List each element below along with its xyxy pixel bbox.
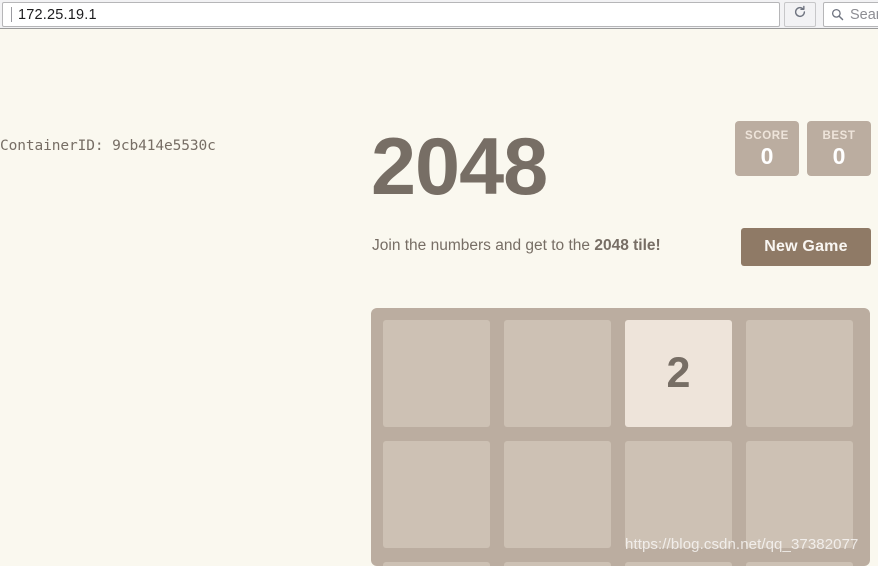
grid-cell-empty [746, 441, 853, 548]
reload-icon [793, 5, 807, 24]
best-value: 0 [832, 143, 846, 170]
game-intro: Join the numbers and get to the 2048 til… [372, 237, 661, 255]
game-intro-strong: 2048 tile! [594, 237, 661, 254]
grid-cell-empty [746, 320, 853, 427]
search-icon [831, 8, 844, 21]
best-score-box: BEST 0 [807, 121, 871, 176]
new-game-label: New Game [764, 238, 848, 255]
url-text: 172.25.19.1 [18, 6, 97, 23]
grid-cell-empty [504, 441, 611, 548]
scores-container: SCORE 0 BEST 0 [735, 121, 871, 176]
grid-cell-empty [383, 441, 490, 548]
grid-cell-empty [625, 562, 732, 566]
tile-value: 2 [666, 349, 691, 397]
game-grid[interactable]: 2 [371, 308, 870, 566]
grid-cell-empty [504, 320, 611, 427]
game-container: 2048 SCORE 0 BEST 0 Join the numbers and… [371, 30, 871, 566]
text-cursor [11, 7, 12, 22]
url-bar[interactable]: 172.25.19.1 [2, 2, 780, 27]
grid-row: 2 [383, 320, 858, 427]
grid-row [383, 562, 858, 566]
page-content: ContainerID: 9cb414e5530c 2048 SCORE 0 B… [0, 30, 878, 566]
grid-cell-empty [383, 562, 490, 566]
new-game-button[interactable]: New Game [741, 228, 871, 266]
browser-toolbar: 172.25.19.1 Searc [0, 0, 878, 29]
reload-button[interactable] [784, 2, 816, 27]
search-box[interactable]: Searc [823, 2, 878, 27]
grid-cell-empty [625, 441, 732, 548]
game-intro-prefix: Join the numbers and get to the [372, 237, 595, 254]
grid-cell-empty [383, 320, 490, 427]
score-value: 0 [760, 143, 774, 170]
grid-cell-empty [746, 562, 853, 566]
game-tile: 2 [625, 320, 732, 427]
score-label: SCORE [745, 129, 789, 142]
score-box: SCORE 0 [735, 121, 799, 176]
grid-row [383, 441, 858, 548]
best-label: BEST [822, 129, 856, 142]
search-placeholder: Searc [850, 6, 878, 23]
grid-cell-empty [504, 562, 611, 566]
page-title: 2048 [371, 122, 548, 212]
container-id-text: ContainerID: 9cb414e5530c [0, 138, 216, 154]
